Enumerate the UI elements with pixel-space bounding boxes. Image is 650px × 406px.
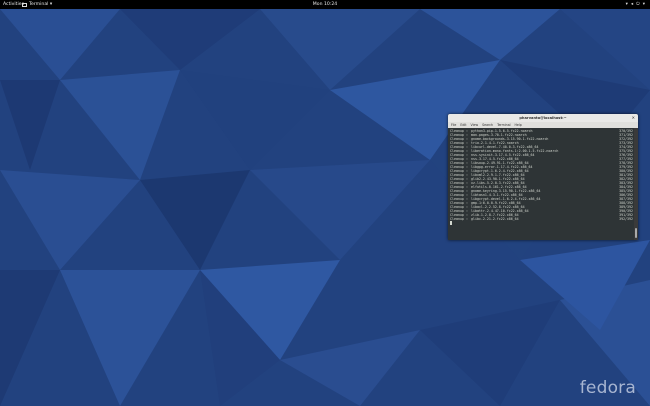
- line-package: glibc-2.21-2.fc22.x86_64: [471, 217, 519, 221]
- terminal-output[interactable]: Cleanup: python3-pip-1.5.6-5.fc22.noarch 3…: [448, 128, 634, 240]
- power-icon: ⏻: [636, 2, 640, 7]
- close-icon[interactable]: ✕: [632, 114, 635, 122]
- system-status-area[interactable]: ▾ ◂ ⏻ ▾: [626, 0, 645, 9]
- menu-arrow-icon: ▾: [642, 2, 645, 7]
- app-menu[interactable]: Terminal ▾: [22, 0, 52, 9]
- activities-button[interactable]: Activities: [3, 0, 24, 9]
- scrollbar-thumb[interactable]: [635, 228, 637, 238]
- terminal-scrollbar[interactable]: [634, 128, 638, 240]
- line-action: Cleanup: [450, 217, 464, 221]
- text-cursor: [450, 221, 452, 225]
- network-icon: ▾: [625, 2, 628, 7]
- clock[interactable]: Mon 10:24: [313, 2, 337, 7]
- terminal-line: Cleanup: glibc-2.21-2.fc22.x86_64 392/392: [450, 217, 633, 221]
- terminal-titlebar[interactable]: pharvanto@localhost:~ ✕: [448, 114, 638, 122]
- line-count: 392/392: [619, 217, 633, 221]
- fedora-logo: fedora: [579, 378, 636, 398]
- prompt-line: [450, 221, 633, 225]
- terminal-window[interactable]: pharvanto@localhost:~ ✕ File Edit View S…: [448, 114, 638, 240]
- top-bar: Activities Terminal ▾ Mon 10:24 ▾ ◂ ⏻ ▾: [0, 0, 650, 9]
- terminal-icon: [22, 2, 27, 7]
- window-title: pharvanto@localhost:~: [519, 116, 567, 120]
- volume-icon: ◂: [630, 2, 634, 7]
- app-menu-label: Terminal ▾: [29, 2, 53, 7]
